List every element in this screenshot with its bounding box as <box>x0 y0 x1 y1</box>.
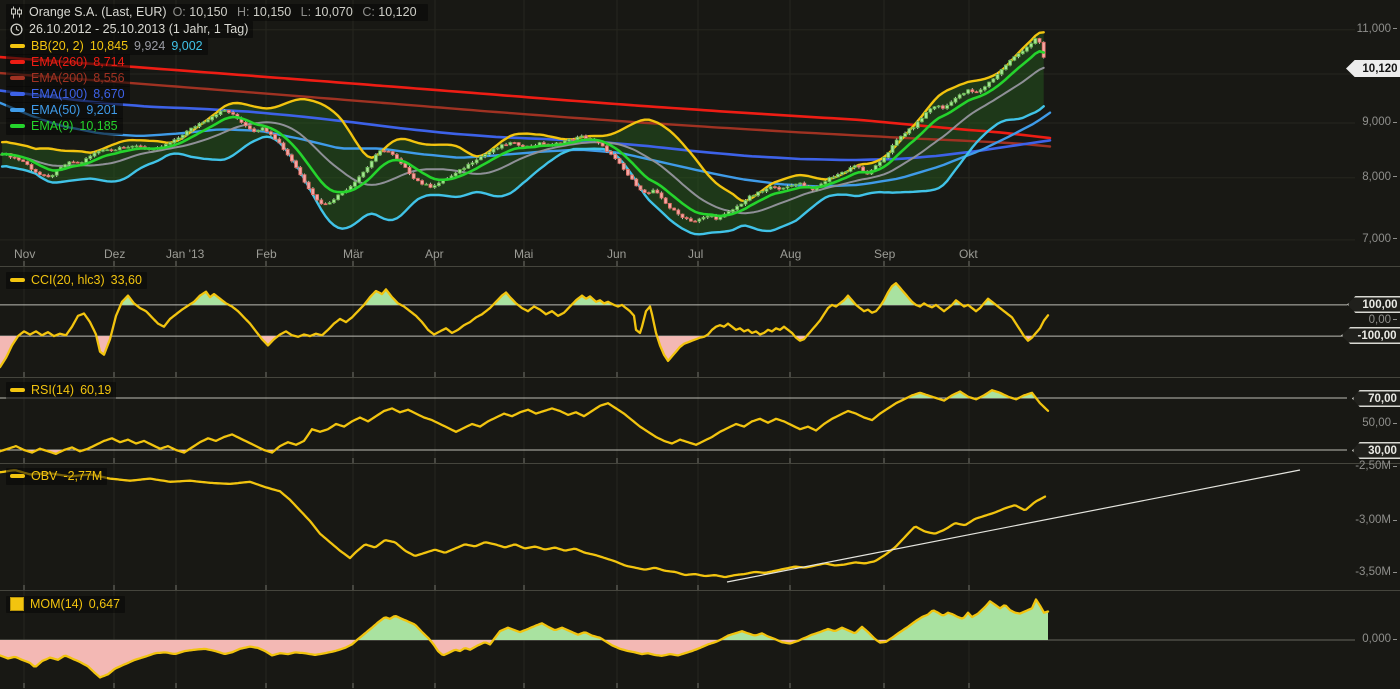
cci-axis-label: 0,00 <box>1369 314 1397 326</box>
x-axis-month-label: Feb <box>256 247 277 261</box>
cci-panel[interactable] <box>0 267 1355 377</box>
price-axis-label: 9,000 <box>1362 116 1397 128</box>
x-axis-month-label: Jan '13 <box>166 247 204 261</box>
obv-panel[interactable] <box>0 464 1355 590</box>
mom-axis-label: 0,000 <box>1362 633 1397 645</box>
rsi-panel[interactable] <box>0 378 1355 463</box>
x-axis-month-label: Sep <box>874 247 895 261</box>
x-axis-month-label: Jun <box>607 247 626 261</box>
x-axis-month-label: Dez <box>104 247 125 261</box>
x-axis-month-label: Jul <box>688 247 703 261</box>
x-axis-month-label: Mär <box>343 247 364 261</box>
mom-panel[interactable] <box>0 591 1355 689</box>
x-axis-month-label: Okt <box>959 247 978 261</box>
obv-axis-label: -2,50M <box>1355 460 1397 472</box>
x-axis-month-label: Nov <box>14 247 35 261</box>
rsi-high-level-badge: 70,00 <box>1352 390 1400 407</box>
obv-axis-label: -3,00M <box>1355 514 1397 526</box>
x-axis-month-label: Apr <box>425 247 444 261</box>
trading-chart-window: Orange S.A. (Last, EUR) O: 10,150 H: 10,… <box>0 0 1400 689</box>
x-axis-month-label: Mai <box>514 247 533 261</box>
rsi-axis-label: 50,00 <box>1362 417 1397 429</box>
obv-axis-label: -3,50M <box>1355 566 1397 578</box>
price-axis-label: 11,000 <box>1357 23 1397 35</box>
main-price-panel[interactable] <box>0 0 1355 245</box>
price-axis-label: 8,000 <box>1362 171 1397 183</box>
rsi-low-level-badge: 30,00 <box>1352 442 1400 459</box>
x-axis-month-label: Aug <box>780 247 801 261</box>
price-axis-label: 7,000 <box>1362 233 1397 245</box>
